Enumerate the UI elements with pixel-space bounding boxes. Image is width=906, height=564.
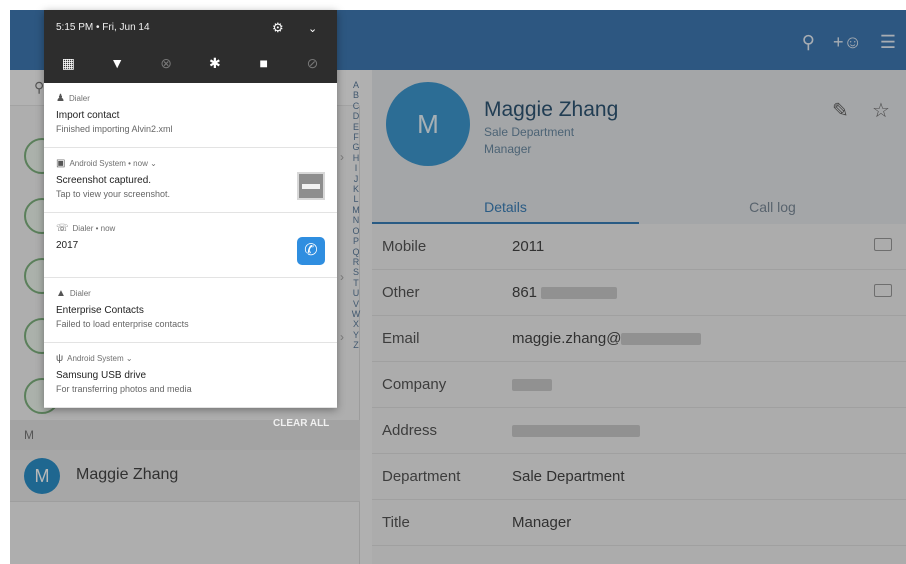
- notification-app: Dialer: [68, 94, 90, 103]
- notification-title: Screenshot captured.: [56, 175, 152, 186]
- sync-off-icon[interactable]: ⊘: [302, 52, 324, 74]
- calendar-icon[interactable]: ▦: [57, 52, 79, 74]
- notification-header: ♟ Dialer: [56, 93, 90, 104]
- chevron-down-icon[interactable]: ⌄: [308, 22, 317, 35]
- notification-title: 2017: [56, 240, 79, 251]
- notification-title: Import contact: [56, 110, 120, 121]
- notification-import-contact[interactable]: ♟ Dialer Import contact Finished importi…: [44, 83, 337, 148]
- lock-icon[interactable]: ■: [253, 52, 275, 74]
- notification-app: Android System • now ⌄: [69, 159, 157, 168]
- notification-app: Dialer: [69, 289, 91, 298]
- image-icon: ▣: [56, 158, 66, 169]
- clear-all-button[interactable]: CLEAR ALL: [273, 418, 329, 429]
- notification-header: ▣ Android System • now ⌄: [56, 158, 157, 169]
- quick-settings-panel: 5:15 PM • Fri, Jun 14 ⚙ ⌄ ▦ ▼ ⊗ ✱ ■ ⊘: [44, 10, 337, 83]
- notification-title: Samsung USB drive: [56, 370, 147, 381]
- nfc-off-icon[interactable]: ⊗: [155, 52, 177, 74]
- usb-icon: ψ: [56, 353, 64, 364]
- contacts-icon: ♟: [56, 93, 65, 104]
- notification-text: Finished importing Alvin2.xml: [56, 124, 173, 134]
- gear-icon[interactable]: ⚙: [272, 20, 284, 36]
- wifi-icon[interactable]: ▼: [106, 52, 128, 74]
- notification-usb-drive[interactable]: ψ Android System ⌄ Samsung USB drive For…: [44, 343, 337, 408]
- notification-screenshot[interactable]: ▣ Android System • now ⌄ Screenshot capt…: [44, 148, 337, 213]
- notification-header: ψ Android System ⌄: [56, 353, 133, 364]
- notification-text: For transferring photos and media: [56, 384, 192, 394]
- screenshot-thumbnail[interactable]: [297, 172, 325, 200]
- quick-settings-row: ▦ ▼ ⊗ ✱ ■ ⊘: [44, 50, 337, 76]
- notification-header: ☏ Dialer • now: [56, 223, 115, 234]
- notification-header: ▲ Dialer: [56, 288, 91, 299]
- notification-text: Failed to load enterprise contacts: [56, 319, 189, 329]
- notification-dialer-call[interactable]: ☏ Dialer • now 2017 ✆: [44, 213, 337, 278]
- phone-app-icon[interactable]: ✆: [297, 237, 325, 265]
- phone-icon: ☏: [56, 223, 69, 234]
- notification-enterprise-contacts[interactable]: ▲ Dialer Enterprise Contacts Failed to l…: [44, 278, 337, 343]
- warning-icon: ▲: [56, 288, 66, 299]
- notification-text: Tap to view your screenshot.: [56, 189, 171, 199]
- notification-app: Dialer • now: [72, 224, 116, 233]
- notification-title: Enterprise Contacts: [56, 305, 144, 316]
- notification-shade: 5:15 PM • Fri, Jun 14 ⚙ ⌄ ▦ ▼ ⊗ ✱ ■ ⊘ ♟ …: [44, 10, 337, 408]
- status-time: 5:15 PM • Fri, Jun 14: [56, 22, 150, 33]
- notification-app: Android System ⌄: [67, 354, 133, 363]
- bluetooth-icon[interactable]: ✱: [204, 52, 226, 74]
